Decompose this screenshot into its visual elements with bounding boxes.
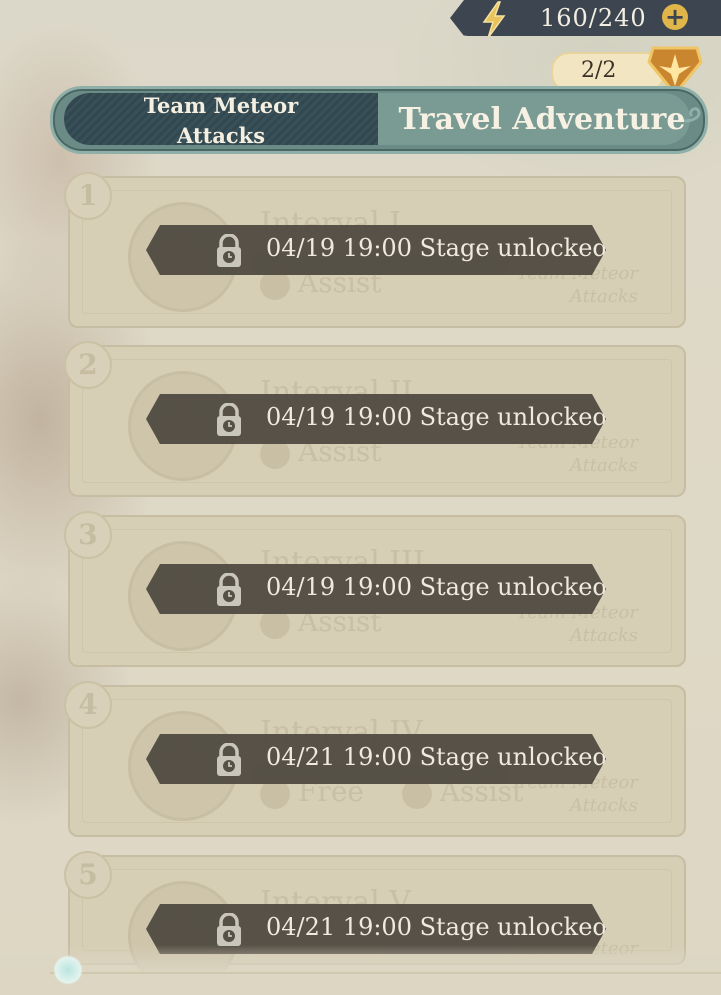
scroll-indicator[interactable] <box>53 955 83 985</box>
lock-clock-icon <box>214 403 244 437</box>
lightning-bolt-icon <box>482 1 506 36</box>
unlock-time-text: 04/19 19:00 Stage unlocked <box>266 403 608 431</box>
stage-number: 1 <box>64 172 112 220</box>
unlock-time-text: 04/19 19:00 Stage unlocked <box>266 573 608 601</box>
stage-number: 4 <box>64 681 112 729</box>
lock-clock-icon <box>214 234 244 268</box>
unlock-time-text: 04/21 19:00 Stage unlocked <box>266 913 608 941</box>
unlock-time-text: 04/19 19:00 Stage unlocked <box>266 234 608 262</box>
stage-number: 3 <box>64 511 112 559</box>
tab-label-travel-adventure: Travel Adventure <box>398 101 686 137</box>
stage-lock-banner-2: 04/19 19:00 Stage unlocked <box>146 394 606 444</box>
tab-travel-adventure[interactable]: Travel Adventure <box>378 93 690 145</box>
stage-lock-banner-3: 04/19 19:00 Stage unlocked <box>146 564 606 614</box>
lock-clock-icon <box>214 913 244 947</box>
mode-tabs: Team Meteor Attacks Travel Adventure <box>40 82 712 154</box>
plus-icon: + <box>664 3 686 31</box>
add-stamina-button[interactable]: + <box>662 4 688 30</box>
stage-number: 5 <box>64 851 112 899</box>
lock-clock-icon <box>214 743 244 777</box>
stage-lock-banner-1: 04/19 19:00 Stage unlocked <box>146 225 606 275</box>
stamina-value: 160/240 <box>540 4 647 32</box>
footer-divider <box>50 972 721 974</box>
bottom-fade <box>0 945 721 995</box>
stamina-bar: 160/240 + <box>450 0 721 36</box>
scroll-ornament-right <box>683 107 701 123</box>
stage-number: 2 <box>64 341 112 389</box>
lock-clock-icon <box>214 573 244 607</box>
unlock-time-text: 04/21 19:00 Stage unlocked <box>266 743 608 771</box>
tab-label-team-meteor: Team Meteor Attacks <box>143 93 299 148</box>
tab-team-meteor-attacks[interactable]: Team Meteor Attacks <box>64 93 378 148</box>
clear-count: 2/2 <box>581 58 617 83</box>
stage-lock-banner-4: 04/21 19:00 Stage unlocked <box>146 734 606 784</box>
